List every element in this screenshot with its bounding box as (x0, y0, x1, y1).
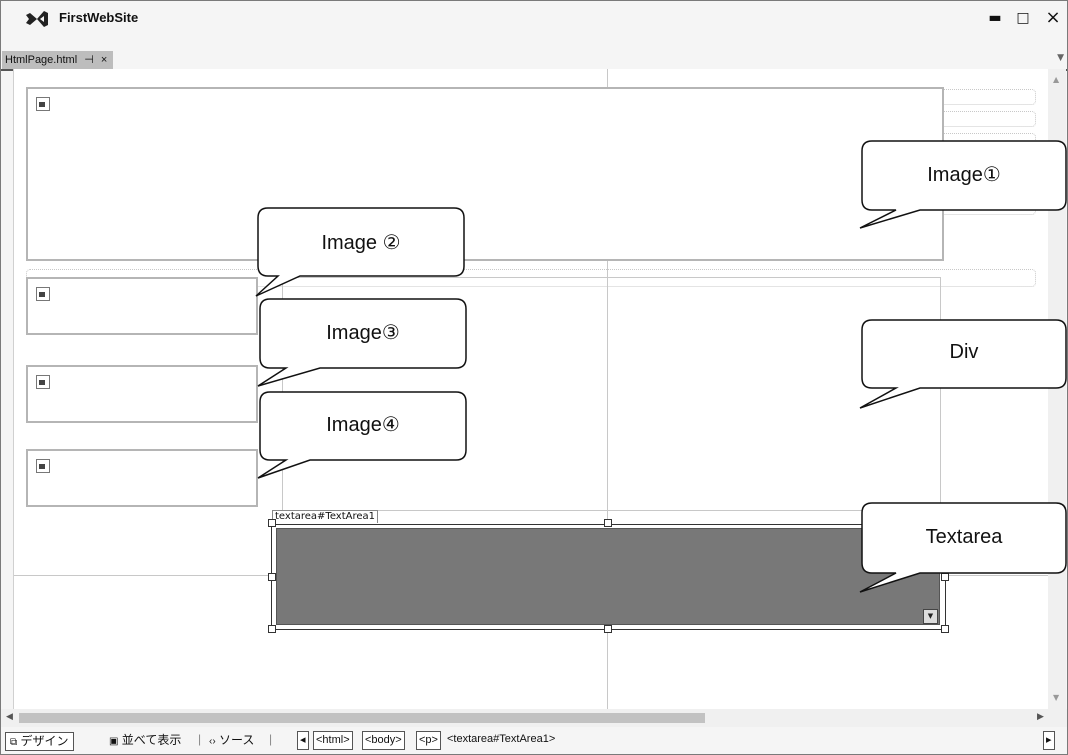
textarea-textarea1[interactable]: ▼ (276, 528, 940, 625)
broken-image-icon (36, 97, 50, 111)
minimize-button[interactable]: ▬ (984, 7, 1006, 29)
textarea-scroll-down-icon[interactable]: ▼ (923, 609, 938, 624)
div-container[interactable] (282, 277, 941, 511)
image-4[interactable] (26, 449, 258, 507)
breadcrumb-left-arrow-icon[interactable]: ◂ (297, 731, 309, 750)
breadcrumb-p[interactable]: <p> (416, 731, 441, 750)
horizontal-scrollbar[interactable]: ◀ ▶ (1, 709, 1067, 727)
split-view-label: 並べて表示 (121, 733, 182, 747)
scroll-left-icon[interactable]: ◀ (6, 712, 13, 722)
scroll-down-icon[interactable]: ▼ (1053, 693, 1059, 702)
breadcrumb-right-arrow-icon[interactable]: ▸ (1043, 731, 1055, 750)
textarea-tag-label: textarea#TextArea1 (272, 510, 379, 523)
callout-image3-label: Image③ (326, 322, 400, 344)
breadcrumb-html[interactable]: <html> (313, 731, 353, 750)
horizontal-scroll-thumb[interactable] (19, 713, 705, 723)
broken-image-icon (36, 287, 50, 301)
source-view-icon: ‹› (209, 736, 216, 747)
view-status-bar: ⧉ デザイン ▣ 並べて表示 | ‹› ソース | ◂ <html> <body… (1, 727, 1067, 754)
maximize-button[interactable]: □ (1012, 7, 1034, 29)
broken-image-icon (36, 375, 50, 389)
close-button[interactable]: × (1042, 7, 1064, 29)
ide-window: FirstWebSite ▬ □ × HtmlPage.html ⊣ × ▼ t… (0, 0, 1068, 755)
tab-htmlpage[interactable]: HtmlPage.html ⊣ × (2, 51, 114, 69)
resize-handle-e[interactable] (941, 573, 949, 581)
tab-close-icon[interactable]: × (101, 54, 107, 66)
image-3[interactable] (26, 365, 258, 423)
resize-handle-sw[interactable] (268, 625, 276, 633)
resize-handle-nw[interactable] (268, 519, 276, 527)
callout-div-label: Div (949, 341, 979, 363)
resize-handle-s[interactable] (604, 625, 612, 633)
design-view-icon: ⧉ (10, 737, 18, 748)
resize-handle-w[interactable] (268, 573, 276, 581)
image-1[interactable] (26, 87, 944, 261)
image-2[interactable] (26, 277, 258, 335)
pin-icon[interactable]: ⊣ (84, 54, 94, 66)
design-view-button[interactable]: ⧉ デザイン (5, 732, 74, 751)
design-view-label: デザイン (20, 734, 69, 748)
broken-image-icon (36, 459, 50, 473)
app-title: FirstWebSite (59, 10, 139, 25)
separator: | (198, 732, 202, 746)
tab-dropdown-icon[interactable]: ▼ (1057, 53, 1064, 63)
source-view-label: ソース (219, 733, 255, 747)
tab-label: HtmlPage.html (5, 54, 78, 66)
document-tab-strip: HtmlPage.html ⊣ × ▼ (1, 45, 1067, 71)
callout-image1-label: Image① (927, 164, 1001, 186)
separator: | (269, 732, 273, 746)
callout-textarea-label: Textarea (925, 526, 1003, 548)
title-bar: FirstWebSite ▬ □ × (1, 1, 1067, 37)
resize-handle-n[interactable] (604, 519, 612, 527)
breadcrumb-body[interactable]: <body> (362, 731, 405, 750)
source-view-button[interactable]: ‹› ソース (209, 732, 254, 749)
breadcrumb-current: <textarea#TextArea1> (447, 733, 556, 745)
callout-image2-label: Image ② (321, 232, 401, 254)
split-view-icon: ▣ (109, 736, 119, 747)
textarea-selection-frame[interactable]: ▼ (271, 524, 946, 630)
scroll-right-icon[interactable]: ▶ (1037, 712, 1044, 722)
split-view-button[interactable]: ▣ 並べて表示 (109, 732, 181, 749)
scroll-up-icon[interactable]: ▲ (1053, 75, 1059, 84)
callout-image4-label: Image④ (326, 414, 400, 436)
resize-handle-se[interactable] (941, 625, 949, 633)
visual-studio-logo-icon (26, 11, 48, 27)
